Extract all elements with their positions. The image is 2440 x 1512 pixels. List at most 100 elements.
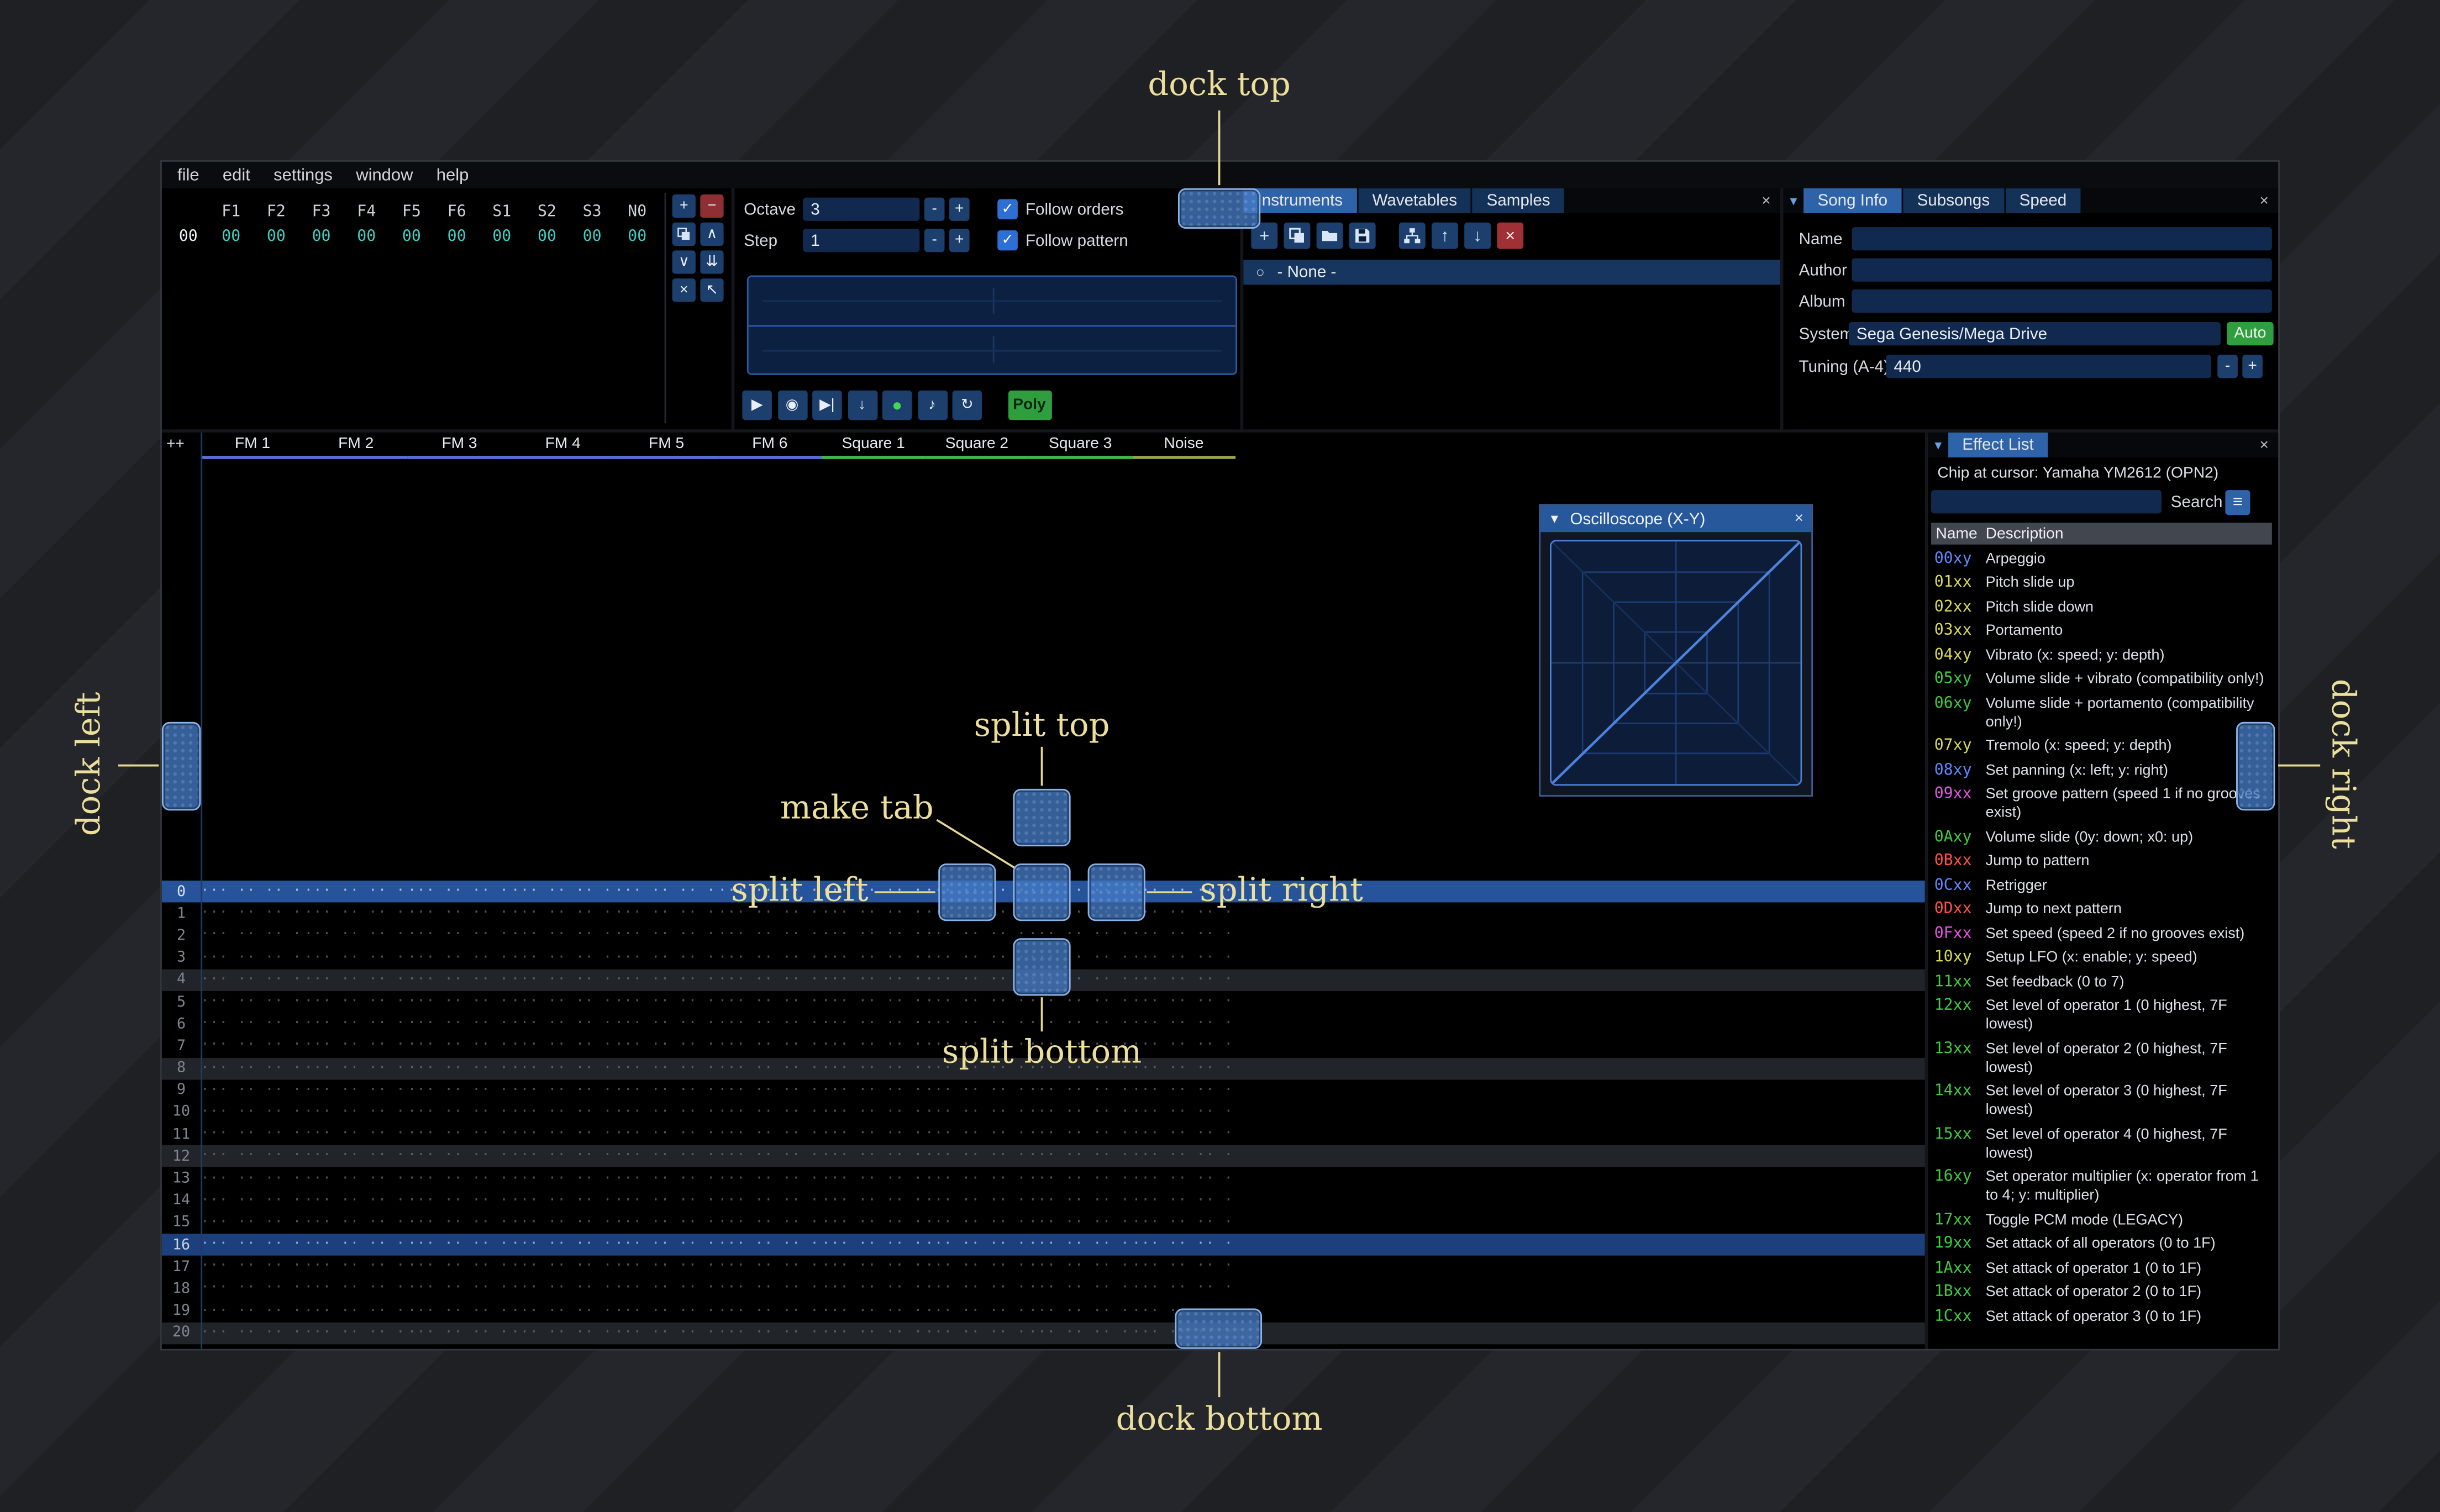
effect-row-01xx[interactable]: 01xx Pitch slide up — [1931, 572, 2272, 596]
pattern-cell[interactable]: ··· ·· ·· ··· — [925, 1083, 1028, 1098]
pattern-cell[interactable]: ··· ·· ·· ··· — [511, 928, 614, 944]
order-duplicate-end-button[interactable]: ⇊ — [700, 250, 724, 274]
pattern-cell[interactable]: ··· ·· ·· ··· — [822, 1325, 925, 1341]
metronome-button[interactable]: ♪ — [917, 390, 947, 420]
pattern-cell[interactable]: ··· ·· ·· ··· — [614, 1215, 718, 1230]
pattern-cell[interactable]: ··· ·· ·· ··· — [925, 1303, 1028, 1319]
pattern-cell[interactable]: ··· ·· ·· ··· — [925, 1149, 1028, 1164]
pattern-cell[interactable]: ··· ·· ·· ··· — [201, 972, 304, 988]
pattern-cell[interactable]: ··· ·· ·· ··· — [614, 972, 718, 988]
pattern-cell[interactable]: ··· ·· ·· ··· — [511, 1193, 614, 1208]
close-song-info-button[interactable]: × — [2253, 188, 2275, 213]
pattern-row-15[interactable]: 15 ··· ·· ·· · ··· ·· ·· · · ·· ·· ·· · · ·· ··… — [162, 1211, 1925, 1234]
split-right-target[interactable] — [1087, 863, 1145, 921]
effect-row-19xx[interactable]: 19xx Set attack of all operators (0 to 1F… — [1931, 1233, 2272, 1257]
pattern-cell[interactable]: ··· ·· ·· ··· — [304, 1347, 408, 1349]
follow-orders-checkbox[interactable]: ✓ — [997, 199, 1018, 220]
pattern-cell[interactable]: ··· ·· ·· ··· — [1029, 1215, 1132, 1230]
pattern-cell[interactable]: ··· ·· ·· ··· — [1029, 1347, 1132, 1349]
pattern-cell[interactable]: ··· ·· ·· ··· — [511, 1105, 614, 1120]
pattern-cell[interactable]: ··· ·· ·· ··· — [614, 928, 718, 944]
pattern-cell[interactable]: ··· ·· ·· ··· — [718, 1325, 822, 1341]
menu-window[interactable]: window — [356, 166, 413, 185]
pattern-cell[interactable]: ··· ·· ·· ··· — [511, 884, 614, 899]
instrument-item[interactable]: ○ - None - — [1243, 260, 1780, 285]
pattern-cell[interactable]: ··· ·· ·· ··· — [201, 1237, 304, 1252]
pattern-cell[interactable]: ··· ·· ·· ··· — [822, 972, 925, 988]
pattern-cell[interactable]: ··· ·· ·· ··· — [408, 1083, 511, 1098]
pattern-cell[interactable]: ··· ·· ·· ··· — [408, 994, 511, 1010]
pattern-cell[interactable]: ··· ·· ·· ··· — [925, 1281, 1028, 1297]
follow-pattern-checkbox[interactable]: ✓ — [997, 230, 1018, 251]
tab-effect-list[interactable]: Effect List — [1948, 432, 2048, 458]
pattern-cell[interactable]: ··· ·· ·· ··· — [511, 1303, 614, 1319]
effect-row-00xy[interactable]: 00xy Arpeggio — [1931, 547, 2272, 572]
order-cell[interactable]: 00 — [524, 229, 570, 246]
move-instrument-up-button[interactable]: ↑ — [1432, 222, 1458, 249]
menu-file[interactable]: file — [177, 166, 199, 185]
effect-row-09xx[interactable]: 09xx Set groove pattern (speed 1 if no gr… — [1931, 783, 2272, 826]
pattern-cell[interactable]: ··· ·· ·· ··· — [614, 1061, 718, 1076]
effect-row-11xx[interactable]: 11xx Set feedback (0 to 7) — [1931, 971, 2272, 995]
pattern-cell[interactable]: ··· ·· ·· ··· — [201, 1303, 304, 1319]
order-row[interactable]: 00 00 00 00 00 00 00 00 00 00 00 — [168, 229, 660, 246]
pattern-cell[interactable]: ··· ·· ·· ··· — [718, 1171, 822, 1186]
pattern-cell[interactable]: ··· ·· ·· ··· — [822, 1237, 925, 1252]
channel-header-fm-2[interactable]: FM 2 — [304, 433, 408, 459]
effect-row-0axy[interactable]: 0Axy Volume slide (0y: down; x0: up) — [1931, 826, 2272, 850]
repeat-pattern-button[interactable]: ↻ — [952, 390, 982, 420]
octave-increase-button[interactable]: + — [949, 197, 970, 221]
effect-row-16xy[interactable]: 16xy Set operator multiplier (x: operator… — [1931, 1166, 2272, 1209]
menu-edit[interactable]: edit — [223, 166, 250, 185]
pattern-cell[interactable]: ··· ·· ·· ··· — [201, 1083, 304, 1098]
pattern-row-19[interactable]: 19 ··· ·· ·· · ··· ·· ·· · · ·· ·· ·· · · ·· ··… — [162, 1300, 1925, 1322]
pattern-cell[interactable]: ··· ·· ·· ··· — [201, 1061, 304, 1076]
pattern-cell[interactable]: ··· ·· ·· ··· — [1029, 1281, 1132, 1297]
channel-header-fm-1[interactable]: FM 1 — [201, 433, 304, 459]
pattern-cell[interactable]: ··· ·· ·· ··· — [822, 994, 925, 1010]
pattern-cell[interactable]: ··· ·· ·· ··· — [718, 1281, 822, 1297]
channel-header-square-1[interactable]: Square 1 — [822, 433, 925, 459]
pattern-cell[interactable]: ··· ·· ·· ··· — [511, 1039, 614, 1054]
pattern-cell[interactable]: ··· ·· ·· ··· — [201, 1105, 304, 1120]
pattern-cell[interactable]: ··· ·· ·· ··· — [614, 1303, 718, 1319]
channel-header-square-3[interactable]: Square 3 — [1028, 433, 1132, 459]
menu-settings[interactable]: settings — [274, 166, 333, 185]
pattern-cell[interactable]: ··· ·· ·· ··· — [201, 1039, 304, 1054]
pattern-cell[interactable]: ··· ·· ·· ··· — [304, 1237, 408, 1252]
pattern-cell[interactable]: ··· ·· ·· ··· — [822, 928, 925, 944]
channel-header-fm-6[interactable]: FM 6 — [718, 433, 822, 459]
pattern-cell[interactable]: ··· ·· ·· ··· — [304, 1083, 408, 1098]
pattern-cell[interactable]: ··· ·· ·· ··· — [408, 1215, 511, 1230]
pattern-cell[interactable]: ··· ·· ·· ··· — [1132, 994, 1235, 1010]
poly-button[interactable]: Poly — [1007, 390, 1051, 420]
pattern-cell[interactable]: ··· ·· ·· ··· — [201, 1259, 304, 1274]
pattern-cell[interactable]: ··· ·· ·· ··· — [1029, 994, 1132, 1010]
dock-top-target[interactable] — [1177, 188, 1261, 229]
pattern-cell[interactable]: ··· ·· ·· ··· — [614, 1325, 718, 1341]
pattern-cell[interactable]: ··· ·· ·· ··· — [511, 994, 614, 1010]
pattern-cell[interactable]: ··· ·· ·· ··· — [511, 1325, 614, 1341]
pattern-row-11[interactable]: 11 ··· ·· ·· · ··· ·· ·· · · ·· ·· ·· · · ·· ··… — [162, 1124, 1925, 1146]
effect-row-1cxx[interactable]: 1Cxx Set attack of operator 3 (0 to 1F) — [1931, 1305, 2272, 1330]
play-song-button[interactable]: ◉ — [777, 390, 807, 420]
pattern-cell[interactable]: ··· ·· ·· ··· — [1029, 1259, 1132, 1274]
open-instrument-button[interactable] — [1316, 222, 1343, 249]
pattern-cell[interactable]: ··· ·· ·· ··· — [718, 994, 822, 1010]
pattern-cell[interactable]: ··· ·· ·· ··· — [822, 1039, 925, 1054]
effect-search-input[interactable] — [1931, 490, 2162, 514]
pattern-cell[interactable]: ··· ·· ·· ··· — [925, 1237, 1028, 1252]
tuning-decrease-button[interactable]: - — [2217, 355, 2238, 378]
step-increase-button[interactable]: + — [949, 229, 970, 252]
pattern-cell[interactable]: ··· ·· ·· ··· — [201, 1193, 304, 1208]
window-menu-icon[interactable]: ▾ — [1784, 188, 1804, 213]
play-button[interactable]: ▶ — [742, 390, 772, 420]
pattern-row-9[interactable]: 9 ··· ·· ·· · ··· ·· ·· · · ·· ·· ·· · · ·· ·· ·… — [162, 1079, 1925, 1102]
pattern-cell[interactable]: ··· ·· ·· ··· — [201, 1347, 304, 1349]
pattern-cell[interactable]: ··· ·· ·· ··· — [304, 1325, 408, 1341]
instrument-organize-button[interactable] — [1398, 222, 1426, 249]
pattern-cell[interactable]: ··· ·· ·· ··· — [925, 1016, 1028, 1032]
pattern-cell[interactable]: ··· ·· ·· ··· — [408, 1237, 511, 1252]
pattern-cell[interactable]: ··· ·· ·· ··· — [304, 884, 408, 899]
effect-row-15xx[interactable]: 15xx Set level of operator 4 (0 highest, … — [1931, 1123, 2272, 1166]
